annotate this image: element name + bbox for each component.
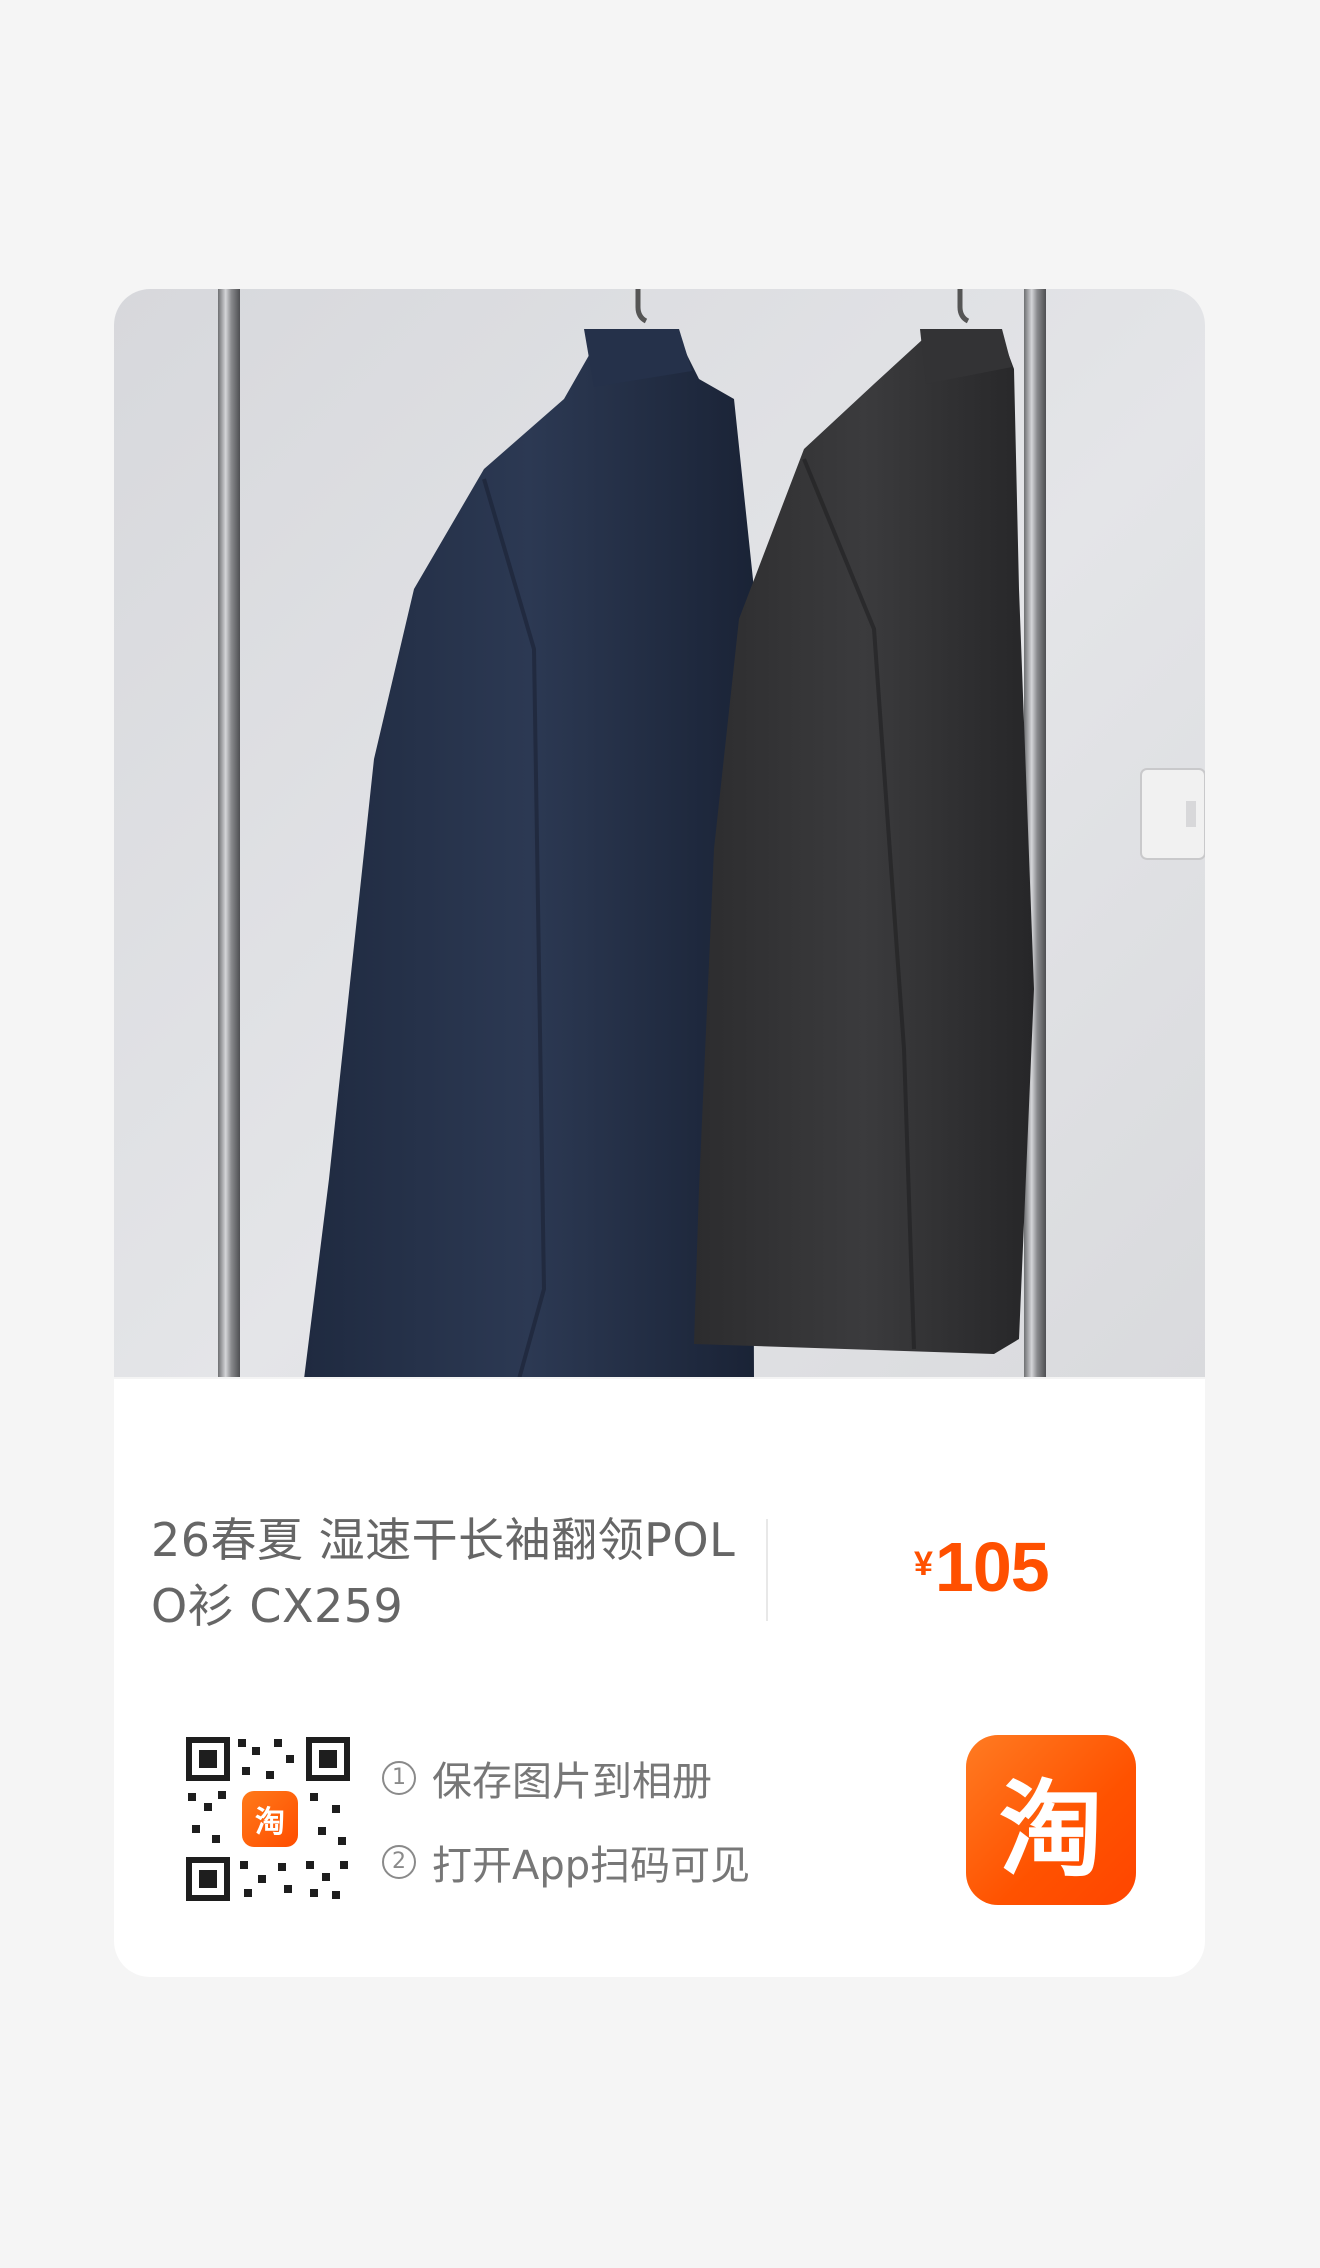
instruction-step-2: 2 打开App扫码可见: [382, 1833, 750, 1891]
share-card: 26春夏 湿速干长袖翻领POLO衫 CX259 ¥105 淘 1 保存图片到相册…: [114, 289, 1205, 1977]
product-price: ¥105: [914, 1527, 1050, 1607]
qr-taobao-badge-icon: 淘: [242, 1791, 298, 1847]
instruction-step-1: 1 保存图片到相册: [382, 1749, 712, 1807]
price-currency-symbol: ¥: [914, 1545, 933, 1583]
divider: [766, 1519, 768, 1621]
qr-code[interactable]: 淘: [182, 1733, 354, 1905]
step-2-text: 打开App扫码可见: [432, 1843, 751, 1889]
step-1-text: 保存图片到相册: [432, 1759, 712, 1805]
price-value: 105: [934, 1528, 1050, 1606]
product-image[interactable]: [114, 289, 1205, 1379]
step-2-number: 2: [382, 1845, 416, 1879]
product-title: 26春夏 湿速干长袖翻领POLO衫 CX259: [151, 1513, 736, 1633]
step-1-number: 1: [382, 1761, 416, 1795]
taobao-app-icon[interactable]: 淘: [966, 1735, 1136, 1905]
